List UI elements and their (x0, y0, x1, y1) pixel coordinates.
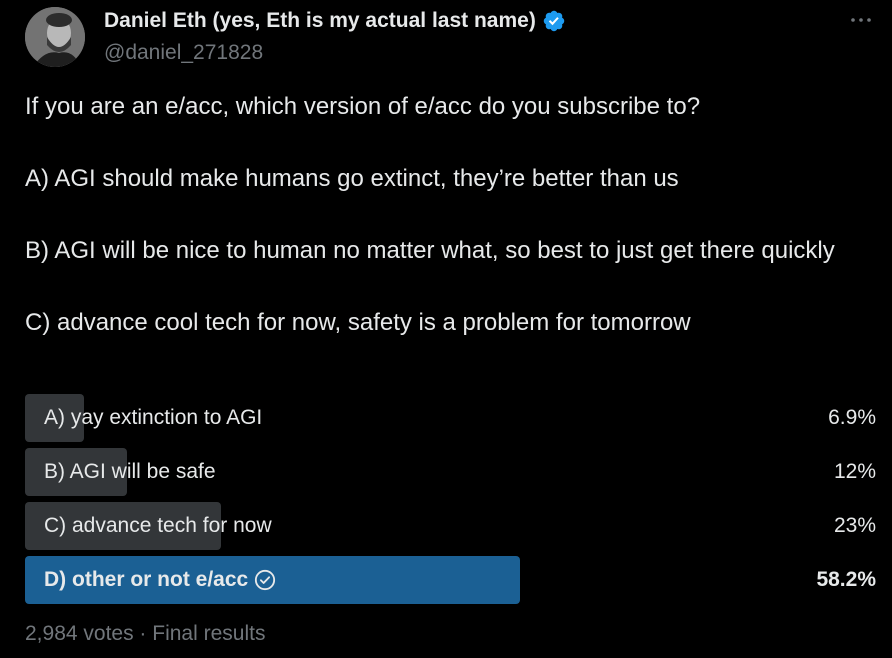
more-options-icon[interactable] (846, 8, 876, 32)
poll-option-percent: 6.9% (828, 406, 876, 429)
poll-option-d: D) other or not e/acc 58.2% (25, 556, 876, 604)
tweet: Daniel Eth (yes, Eth is my actual last n… (0, 0, 892, 658)
poll-option-percent: 23% (833, 514, 876, 537)
author-handle[interactable]: @daniel_271828 (104, 41, 263, 65)
poll-option-percent: 12% (833, 460, 876, 483)
tweet-option-b: B) AGI will be nice to human no matter w… (25, 237, 835, 264)
tweet-text: If you are an e/acc, which version of e/… (25, 89, 855, 341)
poll-footer: 2,984 votes · Final results (25, 622, 266, 645)
check-circle-icon (255, 569, 276, 591)
poll-option-label: B) AGI will be safe (44, 460, 216, 483)
poll-option-b: B) AGI will be safe 12% (25, 448, 876, 496)
poll-option-label: A) yay extinction to AGI (44, 406, 263, 429)
poll-option-label: C) advance tech for now (44, 514, 272, 537)
author-row: Daniel Eth (yes, Eth is my actual last n… (104, 9, 566, 33)
poll-option-c: C) advance tech for now 23% (25, 502, 876, 550)
poll-option-label: D) other or not e/acc (44, 568, 249, 591)
author-name[interactable]: Daniel Eth (yes, Eth is my actual last n… (104, 9, 536, 33)
tweet-option-c: C) advance cool tech for now, safety is … (25, 309, 691, 336)
tweet-question: If you are an e/acc, which version of e/… (25, 93, 701, 120)
poll-option-a: A) yay extinction to AGI 6.9% (25, 394, 876, 442)
avatar-photo (25, 7, 85, 67)
poll-option-percent: 58.2% (816, 568, 876, 591)
tweet-option-a: A) AGI should make humans go extinct, th… (25, 165, 679, 192)
avatar[interactable] (25, 7, 85, 67)
poll: A) yay extinction to AGI 6.9% B) AGI wil… (25, 394, 876, 610)
verified-badge-icon[interactable] (542, 9, 566, 33)
